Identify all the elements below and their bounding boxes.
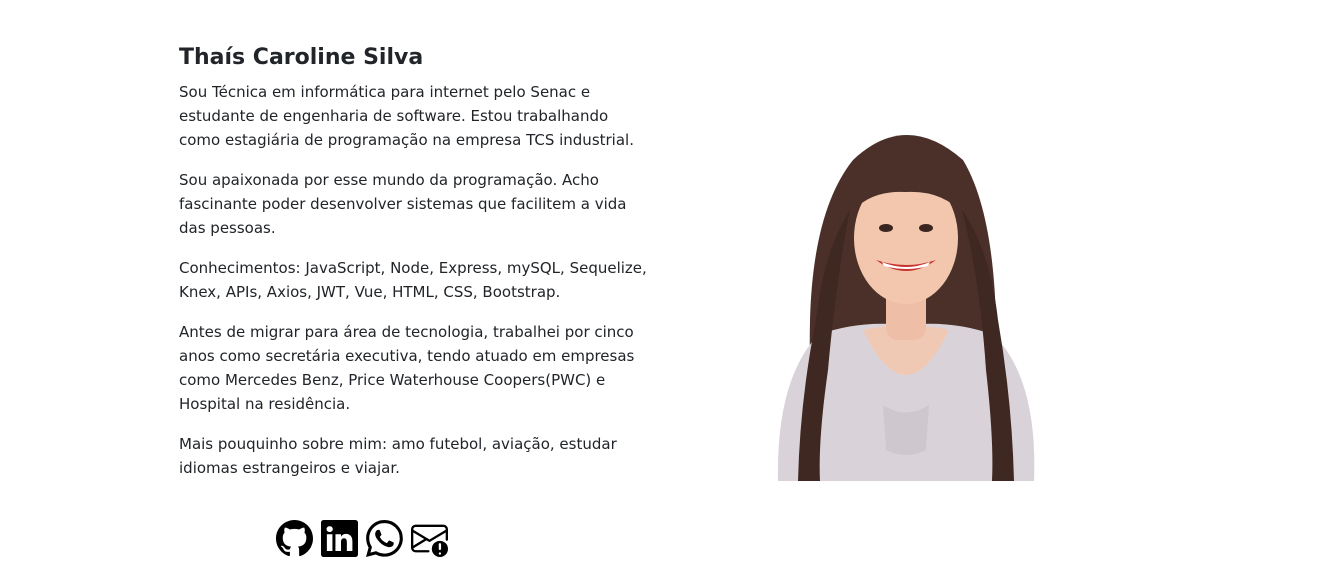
bio-paragraph-intro: Sou Técnica em informática para internet…	[179, 83, 634, 149]
github-icon	[276, 519, 313, 556]
bio-paragraph-hobbies: Mais pouquinho sobre mim: amo futebol, a…	[179, 435, 617, 477]
social-links	[276, 519, 448, 557]
bio-paragraph-career: Antes de migrar para área de tecnologia,…	[179, 323, 635, 413]
whatsapp-icon	[366, 519, 403, 557]
profile-name: Thaís Caroline Silva	[179, 45, 424, 70]
bio-paragraph-skills: Conhecimentos: JavaScript, Node, Express…	[179, 259, 647, 301]
linkedin-icon	[321, 519, 358, 557]
email-icon	[411, 524, 448, 557]
linkedin-link[interactable]	[321, 519, 358, 557]
email-link[interactable]	[411, 520, 448, 557]
page: Thaís Caroline Silva Sou Técnica em info…	[0, 0, 1343, 567]
github-link[interactable]	[276, 519, 313, 557]
whatsapp-link[interactable]	[366, 519, 403, 557]
profile-photo	[758, 120, 1054, 481]
profile-photo-illustration	[777, 135, 1035, 481]
bio-section: Thaís Caroline Silva Sou Técnica em info…	[179, 42, 649, 496]
bio-paragraph-passion: Sou apaixonada por esse mundo da program…	[179, 171, 627, 237]
